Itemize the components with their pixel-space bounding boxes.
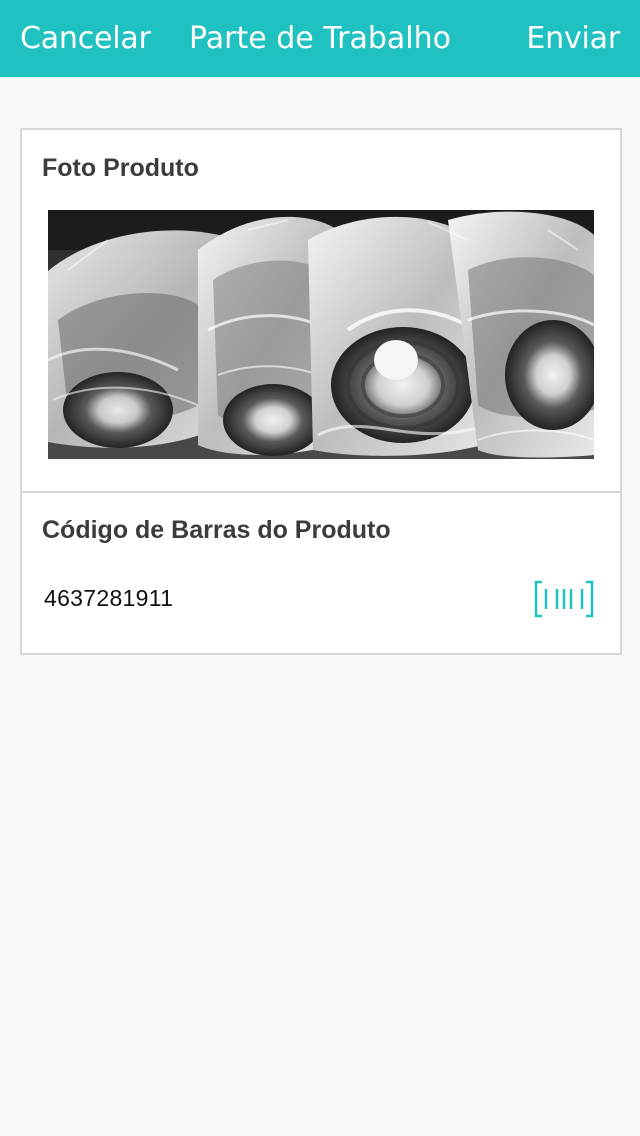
barcode-scan-icon bbox=[534, 580, 594, 618]
product-barcode-label: Código de Barras do Produto bbox=[42, 516, 391, 544]
send-button[interactable]: Enviar bbox=[526, 0, 620, 77]
barcode-scan-button[interactable] bbox=[534, 580, 594, 618]
product-photo-image bbox=[48, 210, 594, 459]
section-divider bbox=[22, 491, 620, 493]
product-photo-label: Foto Produto bbox=[42, 154, 199, 182]
form-card: Foto Produto Código de Barras do Produto… bbox=[20, 128, 622, 655]
product-photo[interactable] bbox=[48, 210, 594, 459]
navigation-bar: Cancelar Parte de Trabalho Enviar bbox=[0, 0, 640, 77]
barcode-value: 4637281911 bbox=[44, 585, 174, 611]
